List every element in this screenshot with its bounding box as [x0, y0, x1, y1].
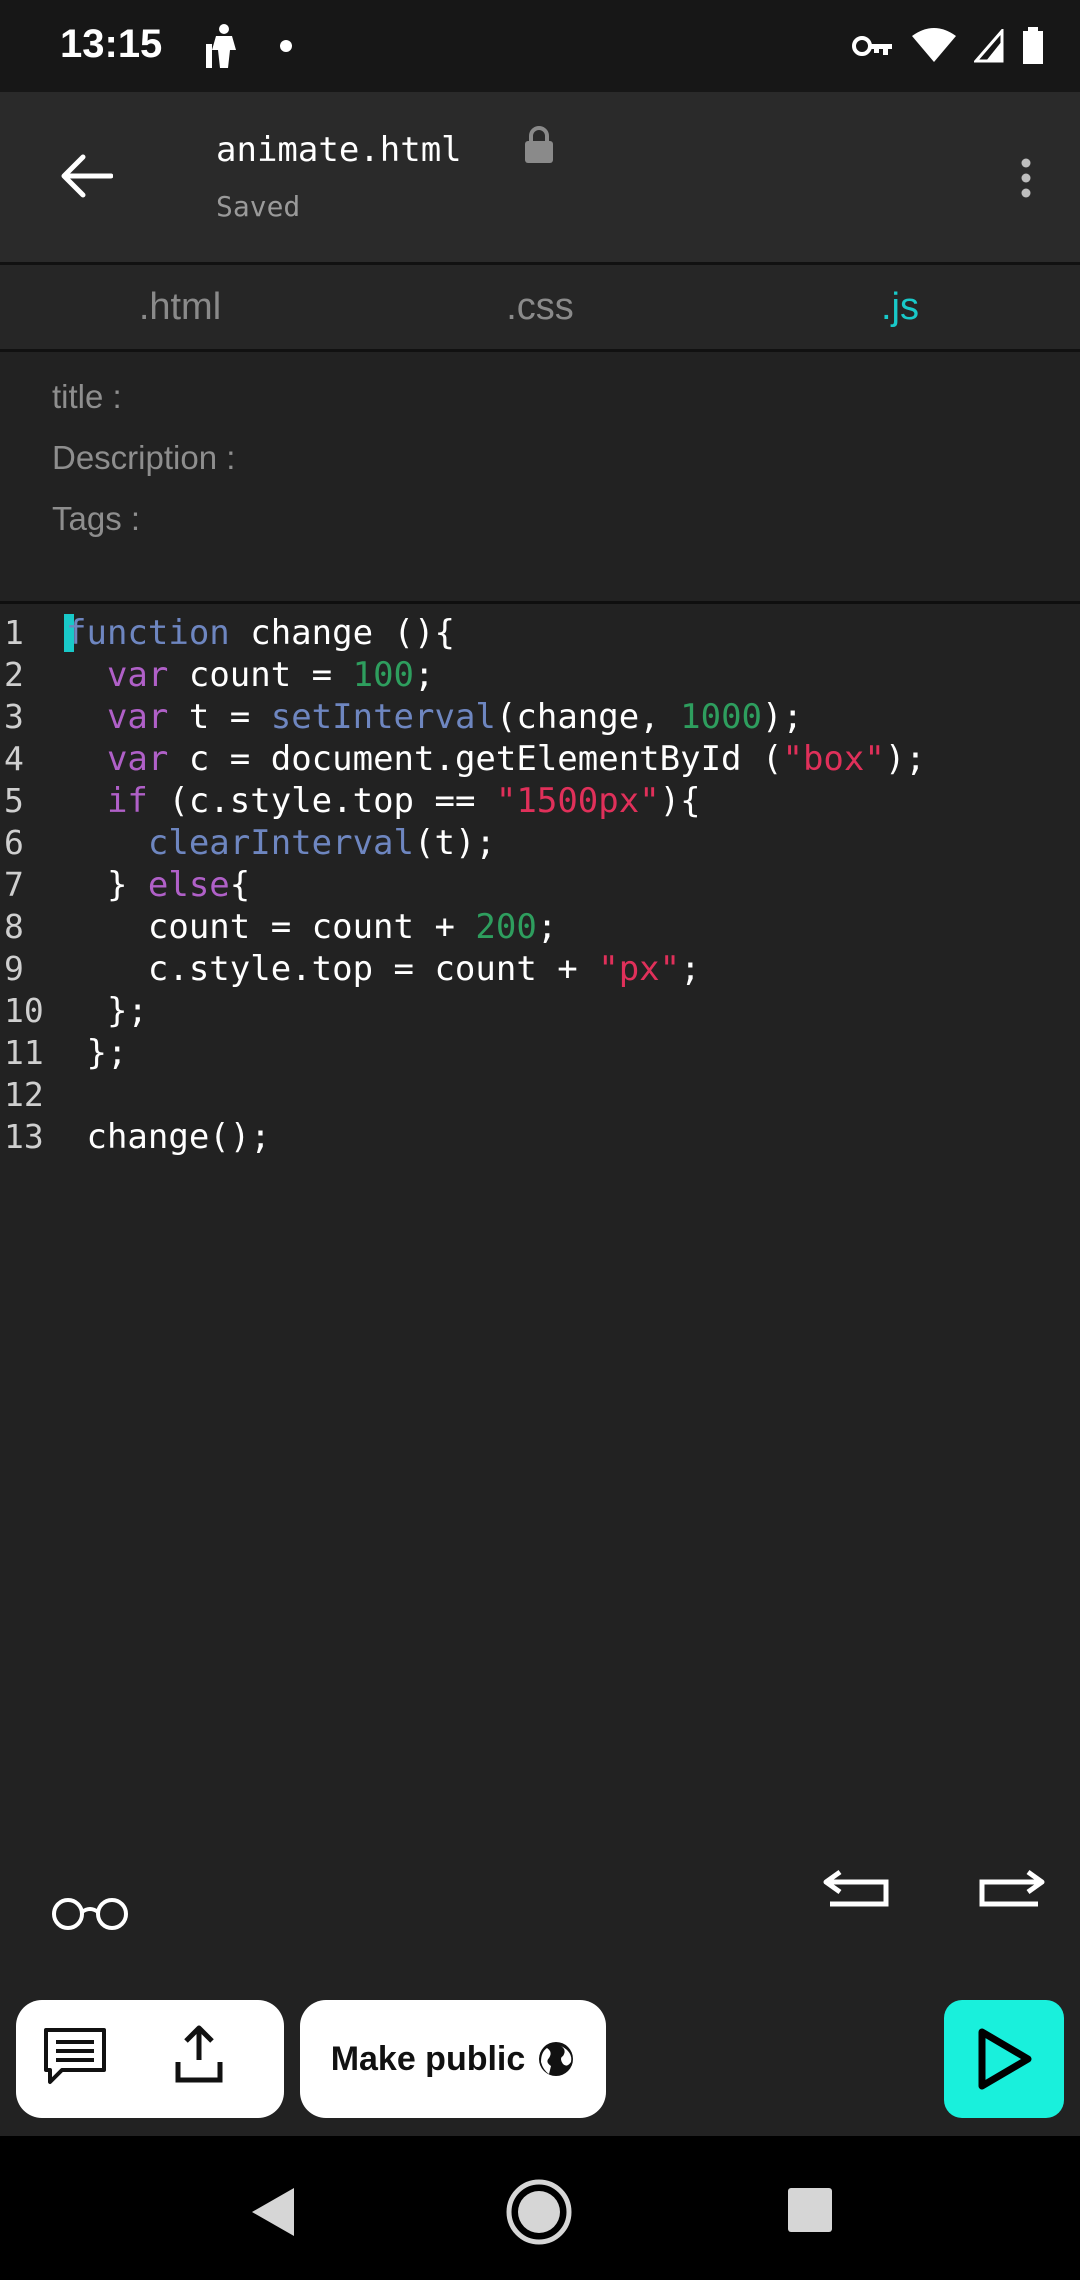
redo-icon[interactable]	[974, 1858, 1046, 1918]
nav-back-icon[interactable]	[244, 2182, 304, 2242]
code-line: 7 } else{	[0, 864, 1080, 906]
line-number: 3	[4, 697, 24, 736]
meta-fields: title : Description : Tags :	[52, 378, 235, 561]
more-vert-icon	[1021, 158, 1031, 198]
line-number: 11	[4, 1033, 44, 1072]
wifi-icon	[912, 28, 956, 62]
code-text: if (c.style.top == "1500px"){	[106, 781, 701, 821]
status-bar: 13:15	[0, 0, 1080, 92]
line-number: 1	[4, 613, 24, 652]
file-name: animate.html	[216, 130, 462, 170]
line-number: 13	[4, 1117, 44, 1156]
figure-icon	[206, 24, 236, 68]
globe-icon	[539, 2042, 574, 2076]
code-text: };	[66, 991, 148, 1031]
code-line: 8 count = count + 200;	[0, 906, 1080, 948]
status-icons	[852, 26, 1044, 66]
code-text: count = count + 200;	[66, 907, 558, 947]
signal-icon	[974, 29, 1004, 63]
code-line: 6 clearInterval(t);	[0, 822, 1080, 864]
editor-divider	[0, 601, 1080, 604]
line-number: 2	[4, 655, 24, 694]
title-field[interactable]: title :	[52, 378, 235, 439]
line-number: 4	[4, 739, 24, 778]
actions-card	[16, 2000, 284, 2118]
app-bar: animate.html Saved	[0, 92, 1080, 265]
nav-home-icon[interactable]	[505, 2178, 573, 2246]
make-public-label: Make public	[330, 2039, 526, 2078]
tab-css[interactable]: .css	[360, 265, 720, 349]
line-number: 12	[4, 1075, 44, 1114]
code-line: 12	[0, 1074, 1080, 1116]
code-text: var c = document.getElementById ("box");	[106, 739, 926, 779]
code-line: 3 var t = setInterval(change, 1000);	[0, 696, 1080, 738]
line-number: 5	[4, 781, 24, 820]
back-arrow-icon	[61, 154, 113, 198]
code-text: } else{	[66, 865, 251, 905]
code-text: clearInterval(t);	[147, 823, 496, 863]
play-icon	[978, 2028, 1032, 2090]
code-line: 1 function change (){	[0, 612, 1080, 654]
notification-dot	[280, 40, 292, 52]
more-options-button[interactable]	[996, 142, 1056, 214]
code-text: var t = setInterval(change, 1000);	[106, 697, 803, 737]
line-number: 6	[4, 823, 24, 862]
run-button[interactable]	[944, 2000, 1064, 2118]
system-nav-bar	[0, 2136, 1080, 2280]
vpn-key-icon	[852, 36, 892, 56]
line-number: 10	[4, 991, 44, 1030]
code-text: c.style.top = count + "px";	[66, 949, 701, 989]
line-number: 7	[4, 865, 24, 904]
code-text: var count = 100;	[106, 655, 435, 695]
back-button[interactable]	[50, 140, 122, 212]
undo-icon[interactable]	[822, 1858, 894, 1918]
tab-html[interactable]: .html	[0, 265, 360, 349]
line-number: 9	[4, 949, 24, 988]
line-number: 8	[4, 907, 24, 946]
code-line: 2 var count = 100;	[0, 654, 1080, 696]
code-line: 4 var c = document.getElementById ("box"…	[0, 738, 1080, 780]
nav-recents-icon[interactable]	[786, 2186, 834, 2234]
glasses-icon[interactable]	[50, 1880, 130, 1940]
file-type-tabs: .html .css .js	[0, 265, 1080, 352]
tags-field[interactable]: Tags :	[52, 500, 235, 561]
tab-js[interactable]: .js	[720, 265, 1080, 349]
code-text: change();	[66, 1117, 271, 1157]
description-field[interactable]: Description :	[52, 439, 235, 500]
code-line: 10 };	[0, 990, 1080, 1032]
status-time: 13:15	[60, 22, 163, 66]
code-editor[interactable]: 1 function change (){ 2 var count = 100;…	[0, 612, 1080, 1158]
save-status: Saved	[216, 190, 301, 223]
share-icon[interactable]	[172, 2022, 226, 2088]
lock-icon	[525, 126, 553, 163]
code-line: 5 if (c.style.top == "1500px"){	[0, 780, 1080, 822]
code-text: };	[66, 1033, 128, 1073]
make-public-button[interactable]: Make public	[300, 2000, 606, 2118]
code-line: 11 };	[0, 1032, 1080, 1074]
code-text: function change (){	[66, 613, 455, 653]
code-line: 9 c.style.top = count + "px";	[0, 948, 1080, 990]
comment-icon[interactable]	[42, 2026, 108, 2088]
code-line: 13 change();	[0, 1116, 1080, 1158]
battery-icon	[1023, 27, 1043, 64]
